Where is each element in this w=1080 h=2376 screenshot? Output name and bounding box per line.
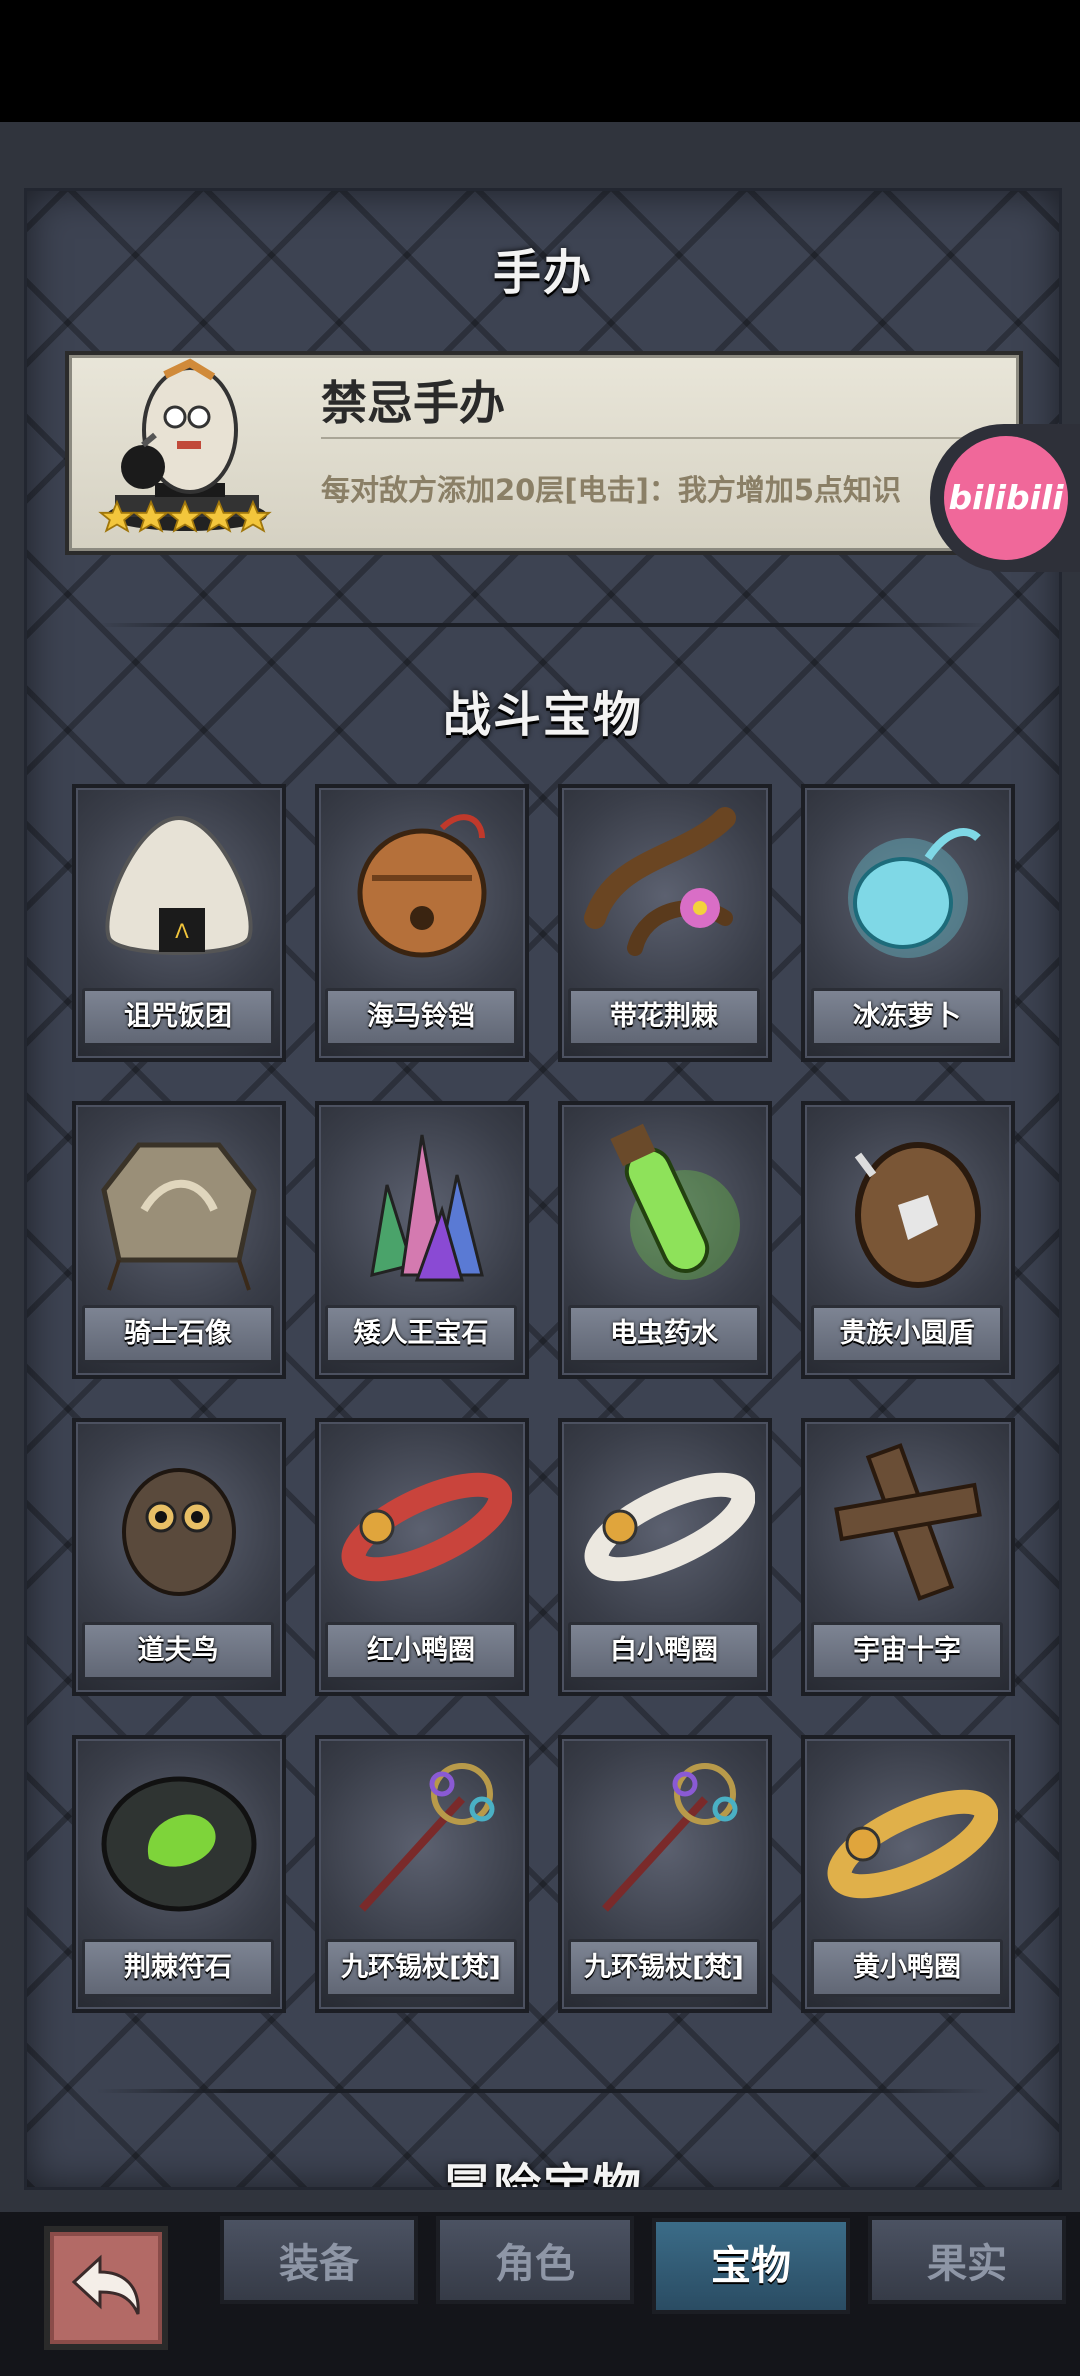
bilibili-logo: bilibili — [944, 436, 1068, 560]
treasure-item[interactable]: 荆棘符石 — [72, 1735, 286, 2013]
rune-stone-icon — [101, 1776, 257, 1912]
figure-name: 禁忌手办 — [321, 376, 505, 430]
item-label: 海马铃铛 — [325, 988, 517, 1046]
treasure-item[interactable]: 贵族小圆盾 — [801, 1101, 1015, 1379]
figure-divider — [321, 437, 1001, 439]
item-label: 冰冻萝卜 — [811, 988, 1003, 1046]
treasure-item[interactable]: ꓥ 诅咒饭团 — [72, 784, 286, 1062]
owl-icon — [122, 1468, 236, 1596]
adventure-section-title: 冒险宝物 — [442, 2159, 643, 2190]
status-bar — [0, 0, 1080, 122]
item-label: 电虫药水 — [568, 1305, 760, 1363]
item-label: 贵族小圆盾 — [811, 1305, 1003, 1363]
figure-card[interactable]: 禁忌手办 每对敌方添加20层[电击]：我方增加5点知识 — [65, 351, 1023, 555]
treasure-item[interactable]: 海马铃铛 — [315, 784, 529, 1062]
tab-treasure[interactable]: 宝物 — [652, 2218, 850, 2314]
item-label: 骑士石像 — [82, 1305, 274, 1363]
item-label: 黄小鸭圈 — [811, 1939, 1003, 1997]
potion-icon — [610, 1123, 740, 1280]
item-label: 带花荆棘 — [568, 988, 760, 1046]
tab-character[interactable]: 角色 — [436, 2216, 634, 2304]
treasure-item[interactable]: 九环锡杖[梵] — [315, 1735, 529, 2013]
treasure-item[interactable]: 宇宙十字 — [801, 1418, 1015, 1696]
treasure-item[interactable]: 黄小鸭圈 — [801, 1735, 1015, 2013]
treasure-item[interactable]: 九环锡杖[梵] — [558, 1735, 772, 2013]
treasure-item[interactable]: 红小鸭圈 — [315, 1418, 529, 1696]
staff-icon — [359, 1763, 495, 1912]
tab-equipment[interactable]: 装备 — [220, 2216, 418, 2304]
gem-cluster-icon — [370, 1134, 484, 1282]
item-label: 荆棘符石 — [82, 1939, 274, 1997]
back-arrow-icon — [71, 2254, 140, 2315]
round-shield-icon — [854, 1142, 981, 1288]
wooden-cross-icon — [834, 1443, 982, 1601]
yellow-duck-ring-icon — [827, 1789, 998, 1899]
figurine-icon — [98, 358, 272, 533]
item-label: 九环锡杖[梵] — [325, 1939, 517, 1997]
item-label: 九环锡杖[梵] — [568, 1939, 760, 1997]
treasure-item[interactable]: 电虫药水 — [558, 1101, 772, 1379]
stone-tablet-icon — [101, 1142, 257, 1291]
treasure-item[interactable]: 冰冻萝卜 — [801, 784, 1015, 1062]
treasure-item[interactable]: 带花荆棘 — [558, 784, 772, 1062]
thorn-flower-icon — [584, 807, 736, 956]
figure-section-title: 手办 — [492, 245, 593, 301]
figure-description: 每对敌方添加20层[电击]：我方增加5点知识 — [321, 473, 902, 507]
item-label: 白小鸭圈 — [568, 1622, 760, 1680]
frozen-radish-icon — [848, 828, 981, 958]
treasure-item[interactable]: 骑士石像 — [72, 1101, 286, 1379]
item-label: 道夫鸟 — [82, 1622, 274, 1680]
white-duck-ring-icon — [584, 1472, 755, 1582]
section-divider — [97, 2089, 989, 2093]
item-label: 红小鸭圈 — [325, 1622, 517, 1680]
staff-icon — [602, 1763, 738, 1912]
back-button[interactable] — [44, 2226, 168, 2350]
bell-icon — [357, 814, 487, 958]
rice-ball-icon: ꓥ — [105, 815, 253, 955]
treasure-item[interactable]: 道夫鸟 — [72, 1418, 286, 1696]
treasure-item[interactable]: 白小鸭圈 — [558, 1418, 772, 1696]
item-label: 诅咒饭团 — [82, 988, 274, 1046]
item-label: 矮人王宝石 — [325, 1305, 517, 1363]
treasure-item[interactable]: 矮人王宝石 — [315, 1101, 529, 1379]
section-divider — [97, 623, 989, 627]
battle-section-title: 战斗宝物 — [442, 687, 643, 743]
tab-fruit[interactable]: 果实 — [868, 2216, 1066, 2304]
bilibili-float-button[interactable]: bilibili — [930, 424, 1080, 572]
red-duck-ring-icon — [341, 1472, 512, 1582]
item-label: 宇宙十字 — [811, 1622, 1003, 1680]
svg-text:ꓥ: ꓥ — [175, 919, 189, 943]
